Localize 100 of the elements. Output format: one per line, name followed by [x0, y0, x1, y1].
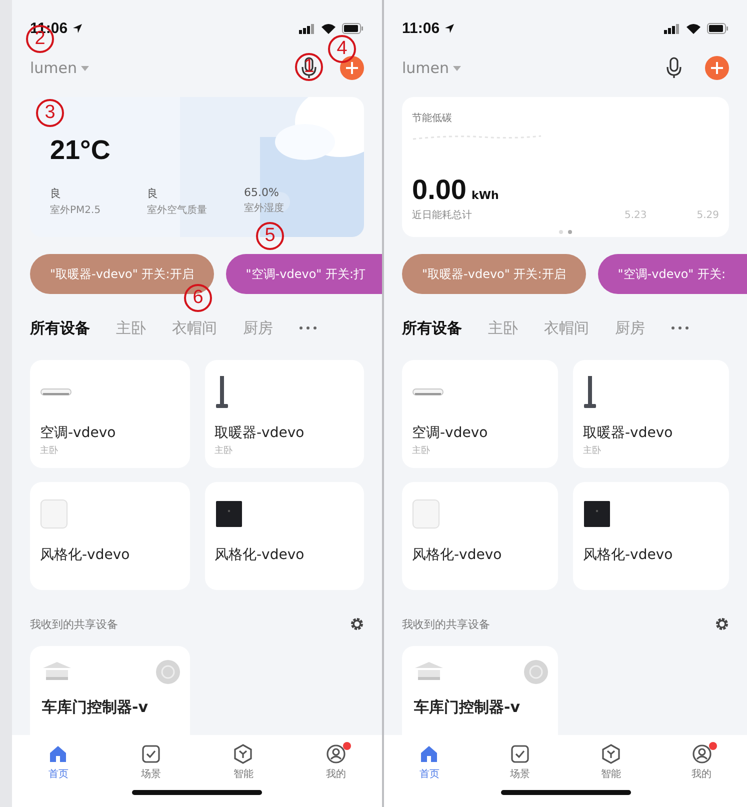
device-card[interactable]: 风格化-vdevo: [204, 482, 364, 590]
energy-unit: kWh: [472, 189, 499, 202]
hexagon-icon: [233, 744, 254, 764]
location-arrow-icon: [72, 23, 83, 34]
room-tab[interactable]: 衣帽间: [544, 318, 589, 338]
room-tab[interactable]: 主卧: [116, 318, 146, 338]
microphone-icon: [666, 57, 682, 79]
checkbox-icon: [140, 744, 161, 764]
scene-chip[interactable]: "空调-vdevo" 开关:: [598, 254, 747, 294]
device-name: 取暖器-vdevo: [214, 424, 306, 442]
garage-icon: [42, 660, 72, 682]
air-conditioner-icon: [412, 387, 444, 397]
nav-tab[interactable]: 场景: [120, 744, 181, 781]
nav-tab[interactable]: 场景: [490, 744, 550, 781]
signal-icon: [299, 24, 315, 34]
add-button[interactable]: [340, 56, 364, 80]
room-tab[interactable]: 厨房: [615, 318, 645, 338]
settings-icon[interactable]: [350, 617, 364, 631]
clock-time: 11:06: [402, 20, 440, 37]
stat-label: 室外PM2.5: [50, 204, 102, 217]
device-name: 车库门控制器-v: [42, 698, 150, 717]
hexagon-icon: [600, 744, 621, 764]
speaker-icon: [40, 499, 68, 529]
location-arrow-icon: [444, 23, 455, 34]
device-name: 风格化-vdevo: [583, 546, 674, 564]
wifi-icon: [686, 23, 701, 34]
device-card[interactable]: 风格化-vdevo: [573, 482, 729, 590]
caret-icon: [453, 66, 462, 70]
more-icon[interactable]: [671, 326, 689, 330]
profile-icon: [326, 744, 346, 764]
device-card[interactable]: 风格化-vdevo: [402, 482, 558, 590]
plus-icon: [711, 62, 723, 74]
home-name[interactable]: lumen: [30, 59, 78, 77]
annotation-marker: 5: [256, 222, 284, 250]
profile-icon: [692, 744, 712, 764]
device-name: 风格化-vdevo: [40, 546, 131, 564]
add-button[interactable]: [705, 56, 729, 80]
temperature: 21°C: [50, 135, 112, 166]
axis-label: 5.23: [624, 210, 647, 220]
section-title: 我收到的共享设备: [402, 616, 490, 632]
device-name: 空调-vdevo: [40, 424, 117, 442]
room-tab[interactable]: 所有设备: [402, 318, 462, 338]
panel-icon: [214, 500, 242, 528]
stat-value: 良: [50, 186, 62, 201]
section-title: 我收到的共享设备: [30, 616, 118, 632]
annotation-marker: 6: [184, 284, 212, 312]
heater-icon: [214, 375, 228, 409]
air-conditioner-icon: [40, 387, 72, 397]
home-icon: [48, 744, 68, 764]
nav-tab[interactable]: 我的: [306, 744, 366, 781]
device-name: 车库门控制器-v: [414, 698, 522, 717]
checkbox-icon: [510, 744, 530, 764]
device-card[interactable]: 空调-vdevo 主卧: [30, 360, 190, 468]
device-card[interactable]: 车库门控制器-v: [30, 646, 190, 735]
nav-tab[interactable]: 首页: [28, 744, 88, 781]
room-tab[interactable]: 所有设备: [30, 318, 90, 338]
energy-caption: 近日能耗总计: [412, 208, 473, 222]
garage-icon: [414, 660, 444, 682]
energy-value: 0.00: [412, 174, 466, 206]
plus-icon: [346, 62, 358, 74]
heater-icon: [583, 375, 597, 409]
axis-label: 5.29: [696, 210, 719, 220]
device-card[interactable]: 风格化-vdevo: [30, 482, 190, 590]
battery-icon: [707, 23, 729, 34]
page-dot[interactable]: [559, 230, 563, 234]
page-dot[interactable]: [568, 230, 572, 234]
room-tab[interactable]: 厨房: [243, 318, 273, 338]
more-icon[interactable]: [299, 326, 317, 330]
wifi-icon: [321, 23, 336, 34]
battery-icon: [342, 23, 364, 34]
scene-chip[interactable]: "空调-vdevo" 开关:打: [226, 254, 382, 294]
caret-icon: [81, 66, 90, 70]
card-title: 节能低碳: [412, 112, 453, 125]
device-card[interactable]: 空调-vdevo 主卧: [402, 360, 558, 468]
home-icon: [419, 744, 440, 764]
room-tab[interactable]: 衣帽间: [172, 318, 217, 338]
panel-icon: [583, 500, 611, 528]
device-room: 主卧: [40, 444, 59, 457]
speaker-icon: [412, 499, 440, 529]
stat-label: 室外空气质量: [147, 204, 208, 217]
nav-tab[interactable]: 智能: [213, 744, 274, 781]
device-name: 空调-vdevo: [412, 424, 489, 442]
device-room: 主卧: [412, 444, 431, 457]
scene-chip[interactable]: "取暖器-vdevo" 开关:开启: [402, 254, 586, 294]
home-name[interactable]: lumen: [402, 59, 450, 77]
settings-icon[interactable]: [715, 617, 729, 631]
nav-tab[interactable]: 智能: [580, 744, 641, 781]
device-card[interactable]: 取暖器-vdevo 主卧: [204, 360, 364, 468]
device-room: 主卧: [583, 444, 602, 457]
nav-tab[interactable]: 首页: [399, 744, 460, 781]
device-name: 风格化-vdevo: [214, 546, 306, 564]
device-card[interactable]: 取暖器-vdevo 主卧: [573, 360, 729, 468]
device-name: 风格化-vdevo: [412, 546, 503, 564]
device-card[interactable]: 车库门控制器-v: [402, 646, 558, 735]
device-name: 取暖器-vdevo: [583, 424, 674, 442]
stat-value: 65.0%: [244, 186, 280, 199]
room-tab[interactable]: 主卧: [488, 318, 518, 338]
nav-tab[interactable]: 我的: [672, 744, 732, 781]
device-room: 主卧: [214, 444, 234, 457]
stat-value: 良: [147, 186, 159, 201]
